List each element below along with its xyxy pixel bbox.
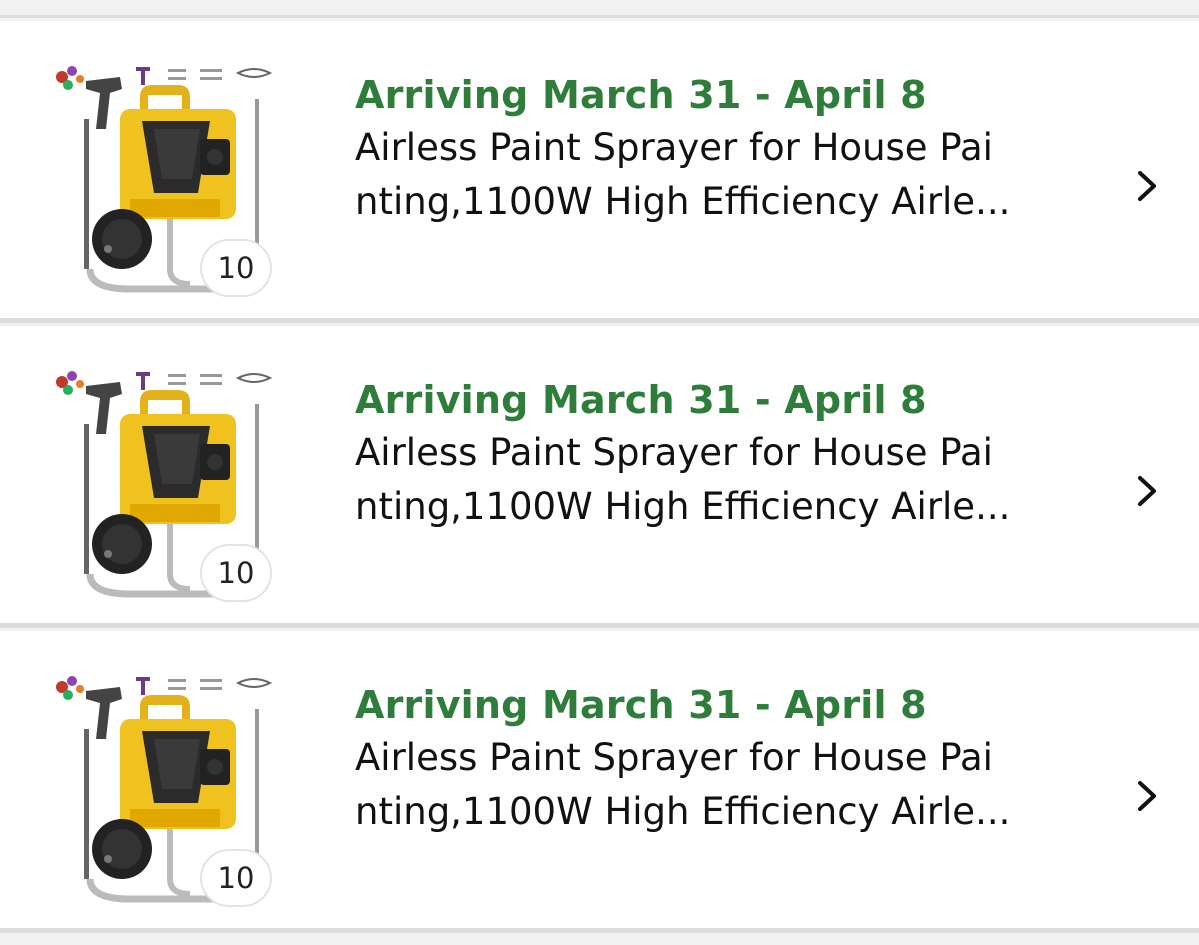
product-title[interactable]: Airless Paint Sprayer for House Pai ntin… [355, 731, 1055, 839]
chevron-right-icon[interactable] [1128, 466, 1168, 516]
quantity-badge: 10 [200, 239, 272, 297]
product-thumbnail[interactable]: 10 [50, 669, 280, 909]
product-title-line: nting,1100W High Efficiency Airle... [355, 180, 1011, 223]
product-title-line: Airless Paint Sprayer for House Pai [355, 126, 993, 169]
product-title[interactable]: Airless Paint Sprayer for House Pai ntin… [355, 426, 1055, 534]
product-title-line: Airless Paint Sprayer for House Pai [355, 736, 993, 779]
product-title-line: Airless Paint Sprayer for House Pai [355, 431, 993, 474]
product-title[interactable]: Airless Paint Sprayer for House Pai ntin… [355, 121, 1055, 229]
list-top-divider [0, 0, 1199, 18]
order-item[interactable]: 10 Arriving March 31 - April 8 Airless P… [0, 631, 1199, 933]
quantity-badge: 10 [200, 849, 272, 907]
chevron-right-icon[interactable] [1128, 771, 1168, 821]
order-item[interactable]: 10 Arriving March 31 - April 8 Airless P… [0, 326, 1199, 628]
delivery-status: Arriving March 31 - April 8 [355, 378, 927, 422]
chevron-right-icon[interactable] [1128, 161, 1168, 211]
product-title-line: nting,1100W High Efficiency Airle... [355, 790, 1011, 833]
product-title-line: nting,1100W High Efficiency Airle... [355, 485, 1011, 528]
product-thumbnail[interactable]: 10 [50, 364, 280, 604]
order-item[interactable]: 10 Arriving March 31 - April 8 Airless P… [0, 21, 1199, 323]
delivery-status: Arriving March 31 - April 8 [355, 73, 927, 117]
product-thumbnail[interactable]: 10 [50, 59, 280, 299]
delivery-status: Arriving March 31 - April 8 [355, 683, 927, 727]
quantity-badge: 10 [200, 544, 272, 602]
